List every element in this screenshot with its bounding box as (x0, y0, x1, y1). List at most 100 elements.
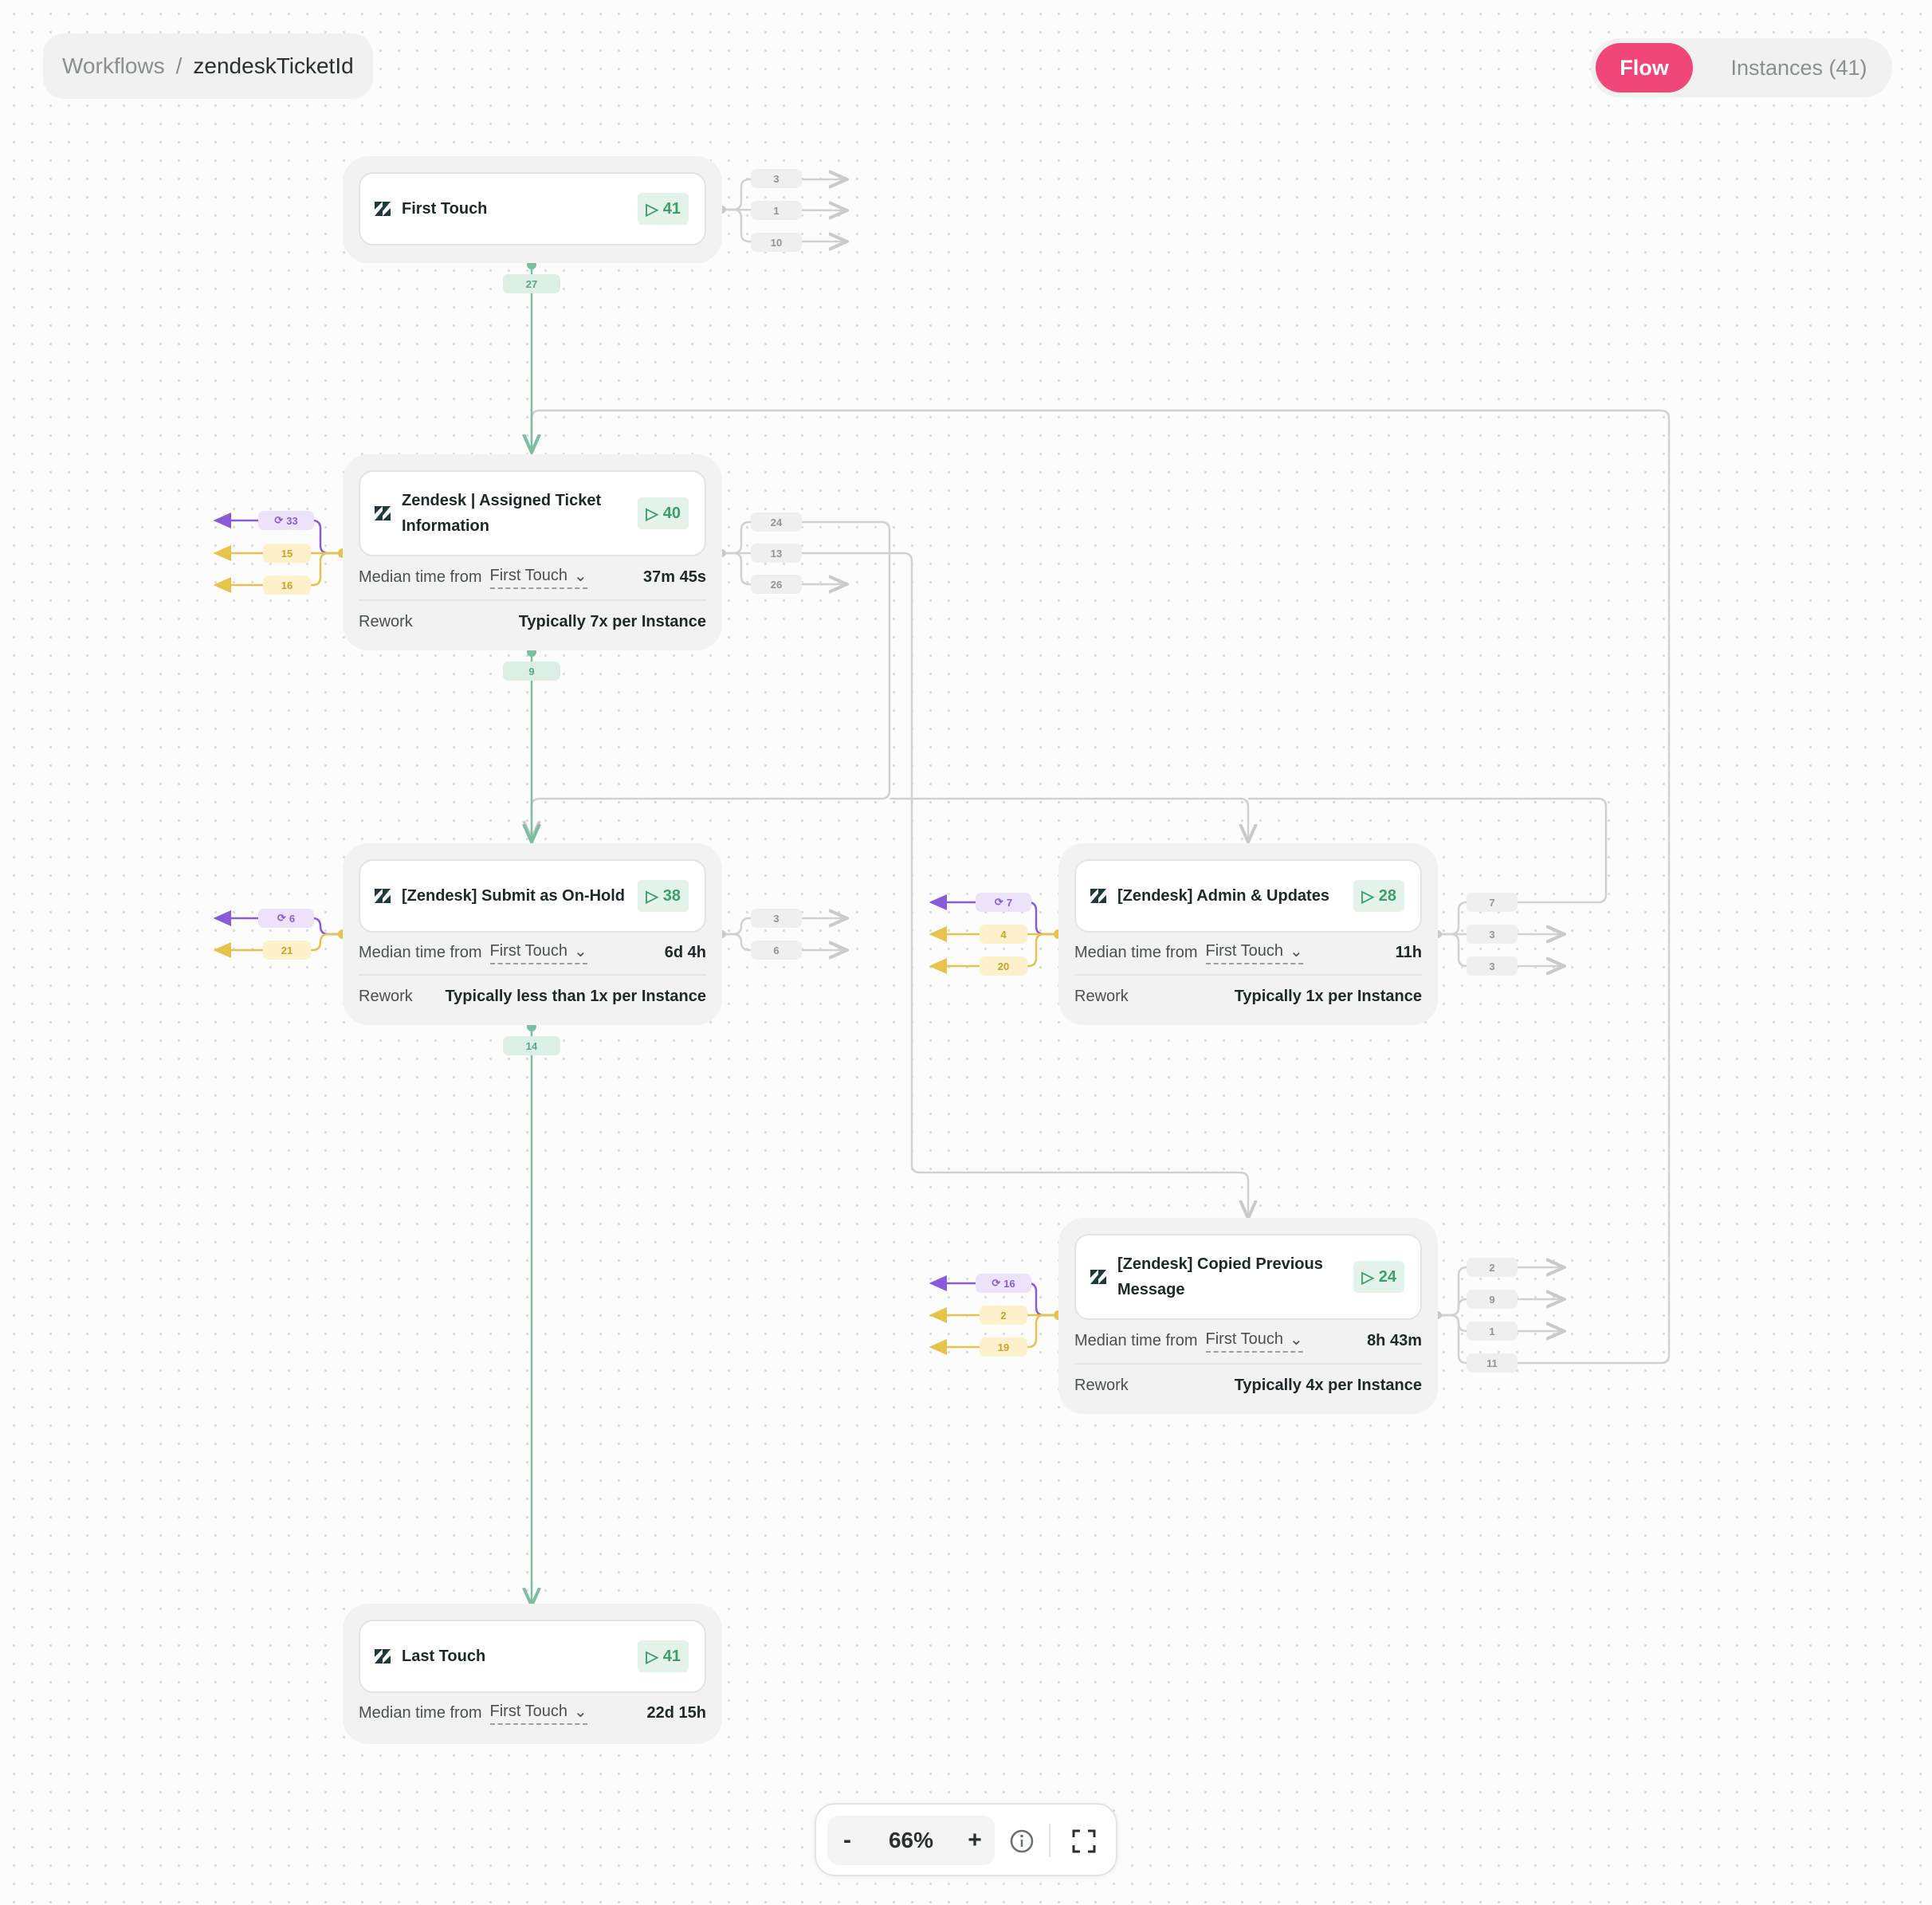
flow-count-pill[interactable]: 27 (503, 274, 560, 293)
edge-count-pill[interactable]: 3 (1467, 925, 1518, 944)
chevron-down-icon: ⌄ (573, 1703, 587, 1721)
info-icon[interactable] (1007, 1827, 1036, 1856)
zendesk-icon (1090, 1270, 1106, 1284)
play-icon: ▷ (646, 1648, 658, 1666)
node-title: [Zendesk] Copied Previous Message (1117, 1255, 1323, 1298)
rework-icon: ⟳ (994, 896, 1003, 908)
edge-count-pill[interactable]: 1 (751, 201, 802, 220)
median-time-row: Median time from First Touch ⌄ 8h 43m (1074, 1329, 1422, 1353)
zoom-divider (1049, 1824, 1050, 1857)
chevron-down-icon: ⌄ (1289, 942, 1303, 960)
zoom-in-button[interactable]: + (955, 1816, 995, 1865)
node-title: [Zendesk] Submit as On-Hold (402, 887, 626, 905)
edge-count-pill[interactable]: 24 (751, 513, 802, 532)
zendesk-icon (1090, 889, 1106, 903)
node-assigned-ticket[interactable]: Zendesk | Assigned Ticket Information ▷ 40… (343, 454, 722, 650)
incoming-count-pill[interactable]: 4 (980, 925, 1027, 944)
edge-count-pill[interactable]: 3 (751, 169, 802, 188)
edge-count-pill[interactable]: 3 (1467, 956, 1518, 976)
rework-count-pill[interactable]: ⟳ 6 (258, 909, 314, 928)
divider (359, 974, 706, 976)
node-last-touch[interactable]: Last Touch ▷ 41 Median time from First To… (343, 1604, 722, 1744)
divider (1074, 974, 1422, 976)
rework-row: Rework Typically 4x per Instance (1074, 1376, 1422, 1394)
chevron-down-icon: ⌄ (1289, 1330, 1303, 1349)
play-icon: ▷ (646, 200, 658, 218)
chevron-down-icon: ⌄ (573, 942, 587, 960)
median-ref-dropdown[interactable]: First Touch ⌄ (1205, 941, 1303, 964)
rework-icon: ⟳ (992, 1277, 1001, 1289)
edge-count-pill[interactable]: 6 (751, 941, 802, 960)
incoming-count-pill[interactable]: 19 (980, 1337, 1027, 1357)
node-title: Last Touch (402, 1648, 486, 1665)
incoming-count-pill[interactable]: 15 (263, 544, 311, 563)
edge-count-pill[interactable]: 2 (1467, 1258, 1518, 1277)
incoming-count-pill[interactable]: 20 (980, 956, 1027, 976)
fullscreen-icon[interactable] (1070, 1827, 1098, 1856)
view-toggle: Flow Instances (41) (1591, 38, 1892, 97)
instance-count-badge: ▷ 41 (638, 1640, 689, 1672)
node-submit-on-hold[interactable]: [Zendesk] Submit as On-Hold ▷ 38 Median t… (343, 843, 722, 1025)
breadcrumb-separator: / (175, 53, 183, 78)
median-ref-dropdown[interactable]: First Touch ⌄ (489, 1702, 587, 1725)
instance-count-badge: ▷ 41 (638, 193, 689, 225)
breadcrumb-workflows-link[interactable]: Workflows (62, 53, 165, 79)
edge-count-pill[interactable]: 10 (751, 233, 802, 252)
instance-count-badge: ▷ 24 (1353, 1261, 1404, 1293)
incoming-count-pill[interactable]: 21 (263, 941, 311, 960)
instance-count-badge: ▷ 38 (638, 880, 689, 912)
edge-count-pill[interactable]: 26 (751, 575, 802, 594)
median-ref-dropdown[interactable]: First Touch ⌄ (1205, 1330, 1303, 1353)
median-time-row: Median time from First Touch ⌄ 6d 4h (359, 941, 706, 964)
instance-count-badge: ▷ 40 (638, 497, 689, 529)
instance-count-badge: ▷ 28 (1353, 880, 1404, 912)
median-time-row: Median time from First Touch ⌄ 37m 45s (359, 565, 706, 589)
node-title: Zendesk | Assigned Ticket Information (402, 492, 602, 535)
edge-count-pill[interactable]: 1 (1467, 1322, 1518, 1341)
flow-tab[interactable]: Flow (1596, 43, 1693, 92)
node-title: First Touch (402, 200, 488, 218)
zendesk-icon (375, 202, 391, 216)
zendesk-icon (375, 889, 391, 903)
rework-icon: ⟳ (274, 514, 284, 526)
flow-count-pill[interactable]: 14 (503, 1036, 560, 1055)
node-copied-previous-message[interactable]: [Zendesk] Copied Previous Message ▷ 24 Med… (1058, 1218, 1438, 1414)
zendesk-icon (375, 1649, 391, 1663)
median-time-row: Median time from First Touch ⌄ 11h (1074, 941, 1422, 964)
edge-count-pill[interactable]: 11 (1467, 1353, 1518, 1373)
median-ref-dropdown[interactable]: First Touch ⌄ (489, 941, 587, 964)
rework-count-pill[interactable]: ⟳ 33 (258, 511, 314, 530)
rework-row: Rework Typically 7x per Instance (359, 612, 706, 630)
rework-icon: ⟳ (277, 912, 286, 924)
zoom-out-button[interactable]: - (827, 1816, 867, 1865)
zoom-controls: - 66% + (815, 1803, 1117, 1876)
play-icon: ▷ (1361, 1268, 1374, 1286)
median-ref-dropdown[interactable]: First Touch ⌄ (489, 566, 587, 589)
median-time-row: Median time from First Touch ⌄ 22d 15h (359, 1701, 706, 1725)
rework-row: Rework Typically 1x per Instance (1074, 987, 1422, 1005)
node-first-touch[interactable]: First Touch ▷ 41 (343, 156, 722, 263)
divider (359, 599, 706, 601)
edge-count-pill[interactable]: 9 (1467, 1290, 1518, 1309)
breadcrumb-current: zendeskTicketId (193, 53, 354, 78)
edge-assigned-out (889, 797, 1248, 840)
edge-count-pill[interactable]: 7 (1467, 893, 1518, 912)
instances-tab[interactable]: Instances (41) (1710, 43, 1887, 92)
play-icon: ▷ (1361, 887, 1374, 905)
play-icon: ▷ (646, 887, 658, 905)
play-icon: ▷ (646, 505, 658, 523)
flow-count-pill[interactable]: 9 (503, 662, 560, 681)
incoming-count-pill[interactable]: 16 (263, 575, 311, 595)
rework-count-pill[interactable]: ⟳ 7 (976, 893, 1031, 912)
edge-count-pill[interactable]: 3 (751, 909, 802, 928)
incoming-count-pill[interactable]: 2 (980, 1306, 1027, 1325)
rework-row: Rework Typically less than 1x per Instan… (359, 987, 706, 1005)
zoom-level: 66% (888, 1828, 934, 1852)
edge-count-pill[interactable]: 13 (751, 544, 802, 563)
node-admin-updates[interactable]: [Zendesk] Admin & Updates ▷ 28 Median tim… (1058, 843, 1438, 1025)
zoom-group: - 66% + (827, 1816, 995, 1865)
rework-count-pill[interactable]: ⟳ 16 (976, 1274, 1031, 1293)
breadcrumb: Workflows / zendeskTicketId (43, 33, 373, 99)
zendesk-icon (375, 506, 391, 520)
divider (1074, 1363, 1422, 1365)
